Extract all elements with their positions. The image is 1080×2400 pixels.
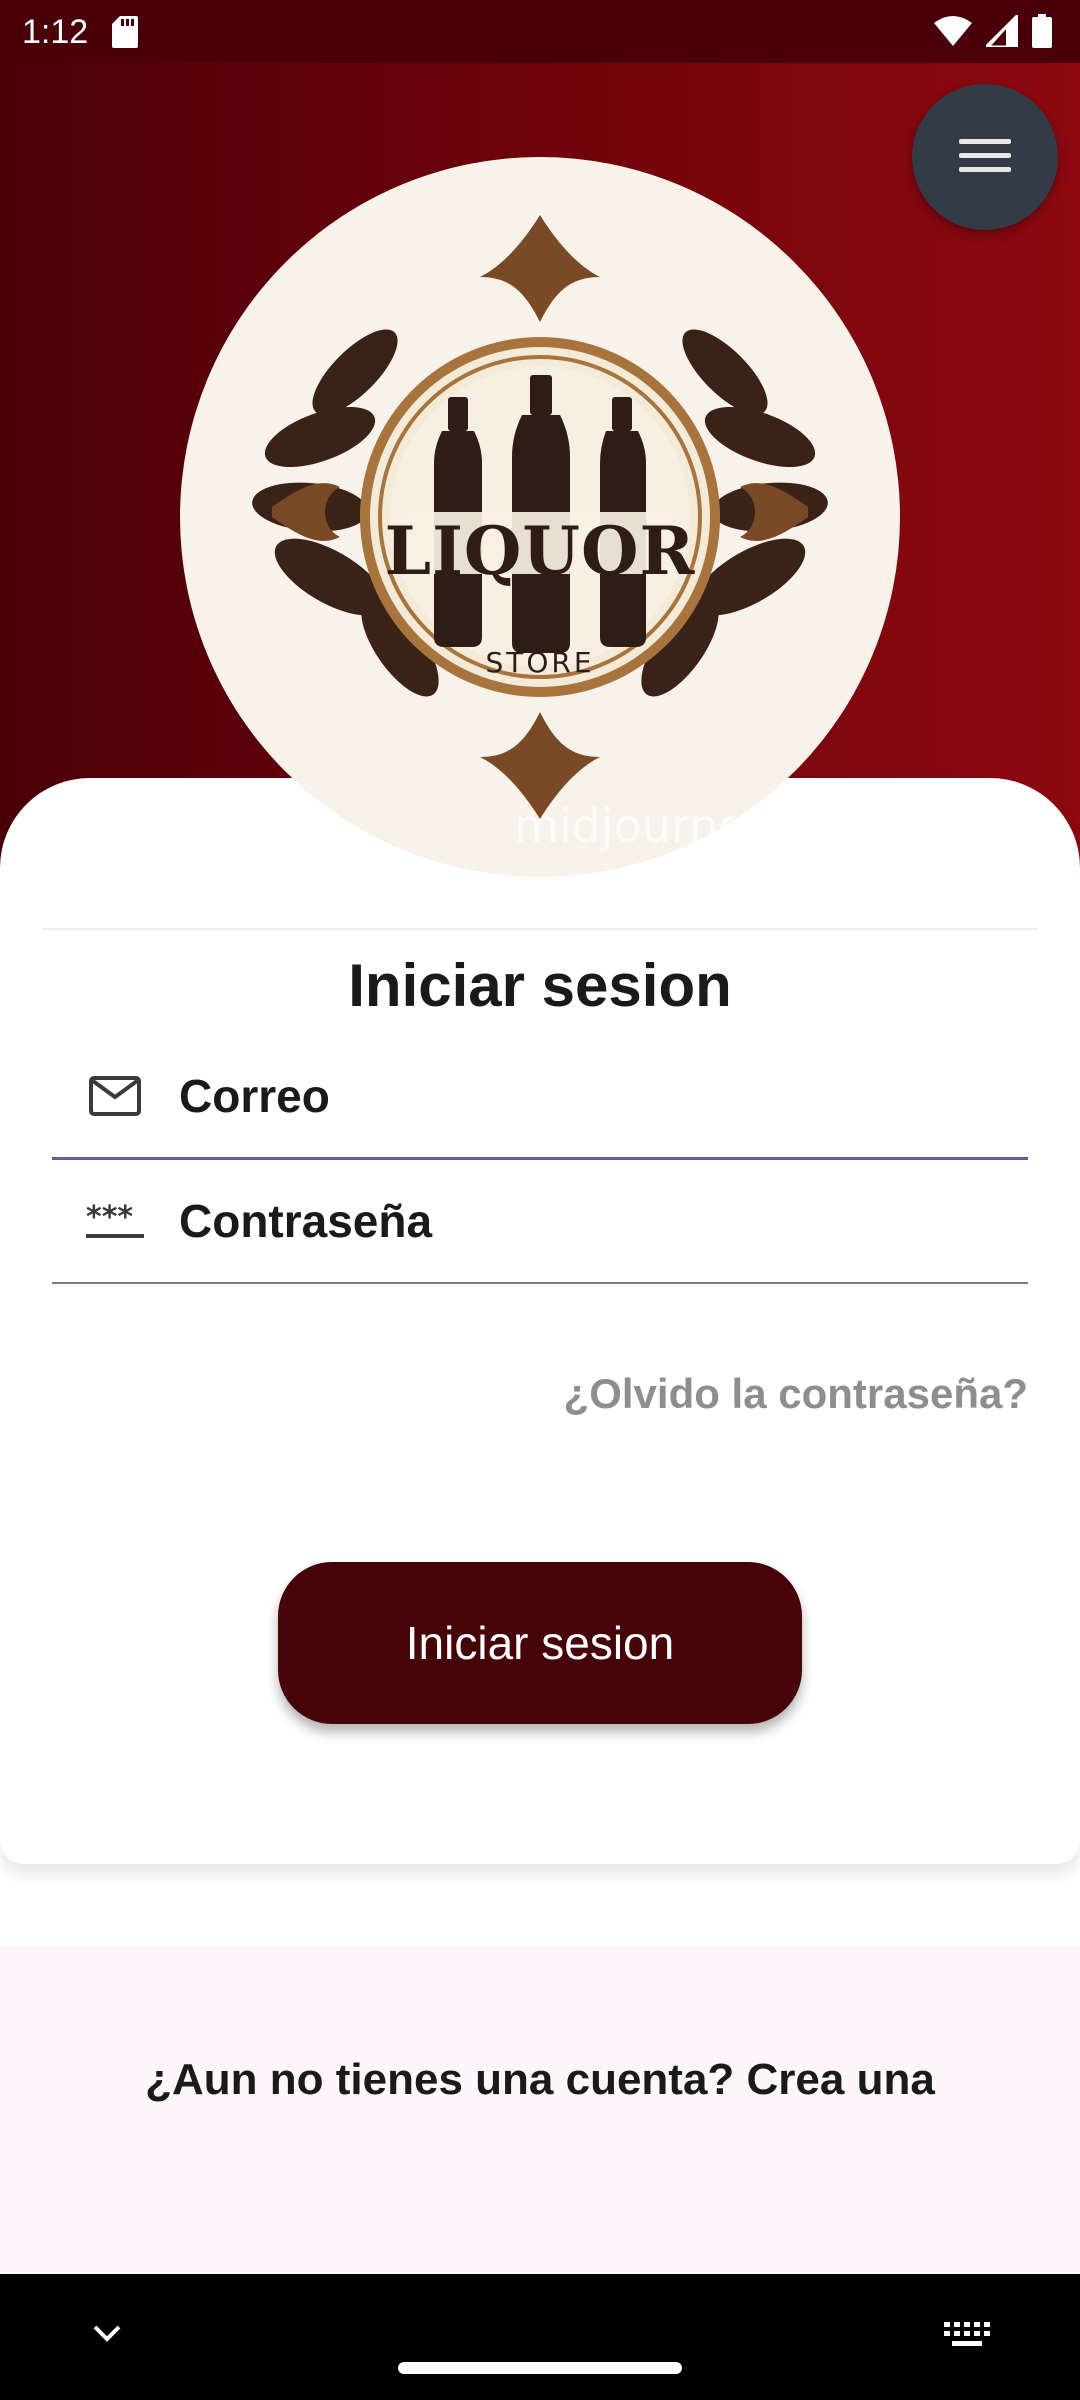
card-divider <box>42 928 1038 930</box>
status-bar: 1:12 <box>0 0 1080 63</box>
home-handle[interactable] <box>398 2362 682 2374</box>
battery-icon <box>1032 14 1052 53</box>
svg-text:***: *** <box>86 1201 133 1235</box>
email-input[interactable] <box>179 1051 999 1141</box>
forgot-password-link[interactable]: ¿Olvido la contraseña? <box>564 1366 1028 1422</box>
menu-button[interactable] <box>912 84 1058 230</box>
chevron-down-icon[interactable] <box>92 2324 122 2349</box>
logo-watermark: midjourney <box>514 799 734 853</box>
password-field[interactable]: *** <box>52 1158 1028 1284</box>
password-dots-icon: *** <box>86 1196 144 1246</box>
keyboard-icon[interactable] <box>944 2320 990 2355</box>
email-field[interactable] <box>52 1033 1028 1160</box>
logo-name: LIQUOR <box>384 512 696 590</box>
mail-icon <box>86 1071 144 1121</box>
navigation-bar <box>0 2274 1080 2400</box>
hamburger-menu-icon <box>959 137 1011 178</box>
wifi-icon <box>934 16 972 51</box>
signup-area <box>0 1946 1080 2274</box>
status-time: 1:12 <box>22 13 89 51</box>
logo-tagline: STORE <box>485 646 595 679</box>
login-button[interactable]: Iniciar sesion <box>278 1562 802 1724</box>
status-icons <box>934 11 1052 53</box>
signal-icon <box>982 11 1020 52</box>
login-title: Iniciar sesion <box>348 952 732 1019</box>
signup-link[interactable]: ¿Aun no tienes una cuenta? Crea una <box>0 2050 1080 2110</box>
sd-card-icon <box>112 16 138 53</box>
password-input[interactable] <box>179 1176 999 1266</box>
